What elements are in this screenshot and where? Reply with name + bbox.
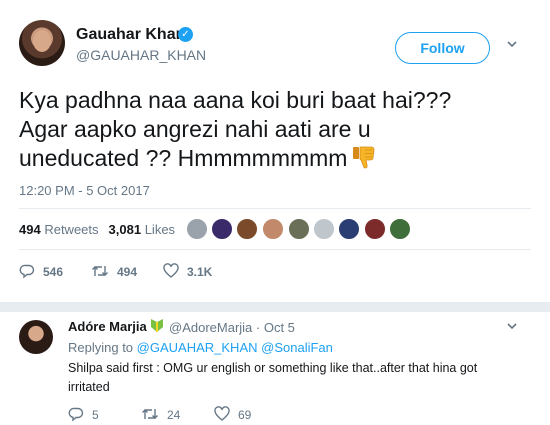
liker-avatar[interactable] xyxy=(211,218,233,240)
like-action[interactable]: 3.1K xyxy=(163,263,212,279)
retweets-stat[interactable]: 494 Retweets xyxy=(19,222,99,237)
thumbs-down-icon xyxy=(351,144,377,170)
author-avatar[interactable] xyxy=(19,20,65,66)
heart-icon xyxy=(163,263,187,279)
liker-avatar[interactable] xyxy=(288,218,310,240)
retweet-action[interactable]: 24 xyxy=(141,406,180,422)
chevron-down-icon[interactable] xyxy=(506,38,520,52)
replying-to: Replying to @GAUAHAR_KHAN @SonaliFan xyxy=(68,340,333,355)
divider xyxy=(19,249,531,250)
likes-stat[interactable]: 3,081 Likes xyxy=(109,222,176,237)
like-action[interactable]: 69 xyxy=(214,406,251,422)
heart-icon xyxy=(214,406,238,422)
mention-link[interactable]: @SonaliFan xyxy=(261,340,333,355)
reply-handle-date[interactable]: @AdoreMarjia · Oct 5 xyxy=(169,320,295,335)
reply-count: 5 xyxy=(92,408,99,422)
author-name[interactable]: Gauahar Khan xyxy=(76,26,185,44)
retweets-label: Retweets xyxy=(44,222,99,237)
liker-avatar[interactable] xyxy=(236,218,258,240)
tweet-stats: 494 Retweets 3,081 Likes xyxy=(19,222,175,237)
liker-avatar[interactable] xyxy=(338,218,360,240)
liker-avatar[interactable] xyxy=(186,218,208,240)
tweet-line: uneducated ?? Hmmmmmmmm xyxy=(19,144,519,173)
reply-action[interactable]: 546 xyxy=(19,263,63,279)
liker-avatar[interactable] xyxy=(364,218,386,240)
chevron-down-icon[interactable] xyxy=(506,320,518,335)
liker-avatar[interactable] xyxy=(389,218,411,240)
tweet-line: Kya padhna naa aana koi buri baat hai??? xyxy=(19,87,452,113)
reply-count: 546 xyxy=(43,265,64,279)
thread-separator xyxy=(0,302,550,312)
retweet-icon xyxy=(91,265,117,279)
retweet-count: 494 xyxy=(117,265,138,279)
liker-avatar[interactable] xyxy=(313,218,335,240)
follow-button[interactable]: Follow xyxy=(395,32,490,64)
tweet-text: Kya padhna naa aana koi buri baat hai???… xyxy=(19,86,519,173)
retweets-count: 494 xyxy=(19,222,41,237)
author-handle[interactable]: @GAUAHAR_KHAN xyxy=(76,47,206,63)
divider xyxy=(19,208,531,209)
retweet-action[interactable]: 494 xyxy=(91,263,137,279)
likes-label: Likes xyxy=(144,222,176,237)
replying-prefix: Replying to xyxy=(68,340,134,355)
main-tweet: Gauahar Khan ✓ @GAUAHAR_KHAN Follow Kya … xyxy=(0,0,550,303)
reply-icon xyxy=(68,407,92,422)
retweet-icon xyxy=(141,408,167,422)
tweet-timestamp[interactable]: 12:20 PM - 5 Oct 2017 xyxy=(19,183,150,198)
verified-icon: ✓ xyxy=(178,27,193,42)
badge-icon xyxy=(150,318,164,333)
reply-text: Shilpa said first : OMG ur english or so… xyxy=(68,361,478,394)
reply-author-name[interactable]: Adóre Marjia xyxy=(68,319,147,334)
tweet-line-text: uneducated ?? Hmmmmmmmm xyxy=(19,145,348,171)
like-count: 69 xyxy=(238,408,252,422)
liker-avatar[interactable] xyxy=(262,218,284,240)
likes-count: 3,081 xyxy=(108,222,142,237)
reply-icon xyxy=(19,264,43,279)
reply-action[interactable]: 5 xyxy=(68,406,99,422)
retweet-count: 24 xyxy=(167,408,181,422)
mention-link[interactable]: @GAUAHAR_KHAN xyxy=(137,340,258,355)
reply-author-avatar[interactable] xyxy=(19,320,53,354)
like-count: 3.1K xyxy=(187,265,213,279)
tweet-line: Agar aapko angrezi nahi aati are u xyxy=(19,116,371,142)
